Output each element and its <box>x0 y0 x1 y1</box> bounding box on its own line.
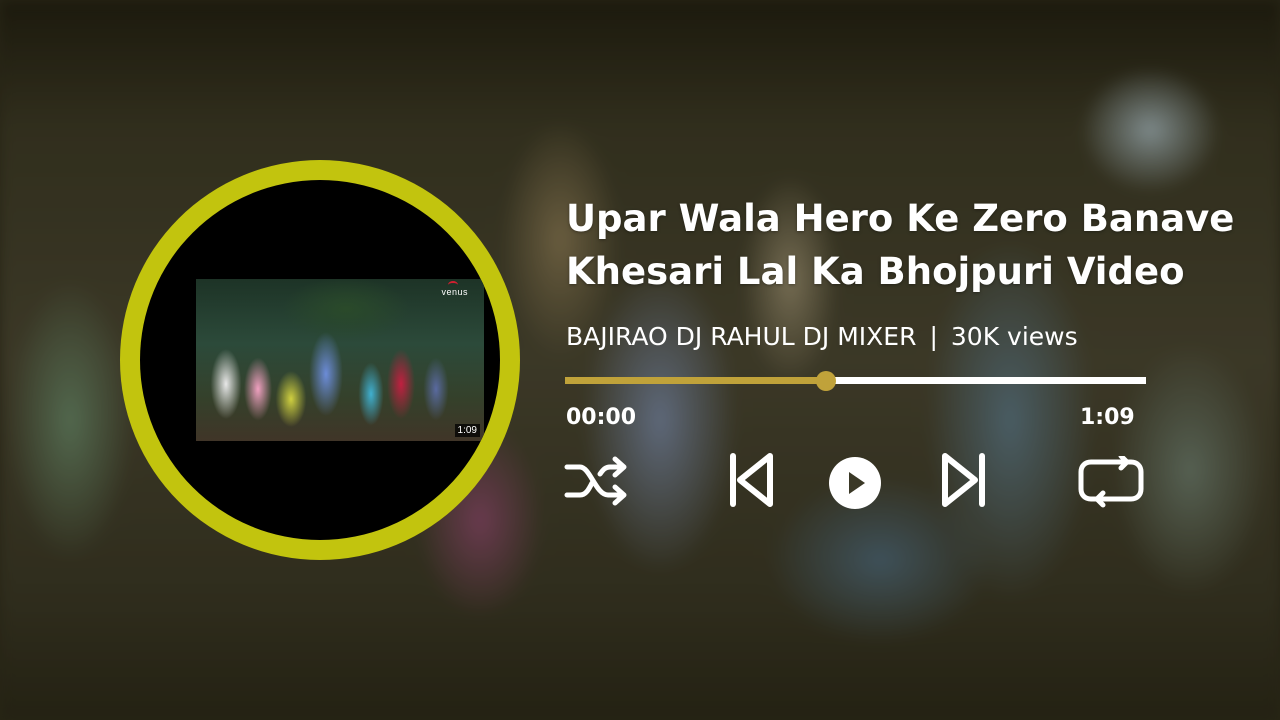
next-icon <box>942 453 985 507</box>
progress-fill <box>565 377 827 384</box>
previous-button[interactable] <box>728 452 774 508</box>
progress-bar[interactable] <box>565 370 1146 391</box>
song-title: Upar Wala Hero Ke Zero Banave Khesari La… <box>566 192 1276 298</box>
next-button[interactable] <box>941 452 987 508</box>
current-time: 00:00 <box>566 405 637 430</box>
shuffle-icon <box>564 456 627 506</box>
channel-name: BAJIRAO DJ RAHUL DJ MIXER <box>566 322 917 351</box>
repeat-button[interactable] <box>1077 456 1145 508</box>
disc-center: venus 1:09 <box>140 180 500 540</box>
thumbnail-duration: 1:09 <box>454 424 480 437</box>
repeat-icon <box>1078 456 1144 508</box>
channel-logo: venus <box>441 287 468 297</box>
progress-knob[interactable] <box>816 370 837 391</box>
total-time: 1:09 <box>1080 405 1135 430</box>
video-thumbnail[interactable]: venus 1:09 <box>196 279 484 441</box>
song-meta: BAJIRAO DJ RAHUL DJ MIXER | 30K views <box>566 322 1078 351</box>
song-title-line2: Khesari Lal Ka Bhojpuri Video <box>566 250 1185 293</box>
album-disc: venus 1:09 <box>120 160 520 560</box>
view-count: 30K views <box>950 322 1078 351</box>
shuffle-button[interactable] <box>564 452 630 510</box>
song-title-line1: Upar Wala Hero Ke Zero Banave <box>566 197 1235 240</box>
play-button[interactable] <box>828 456 882 510</box>
play-icon <box>829 457 881 509</box>
meta-separator: | <box>929 322 938 351</box>
previous-icon <box>730 453 773 507</box>
